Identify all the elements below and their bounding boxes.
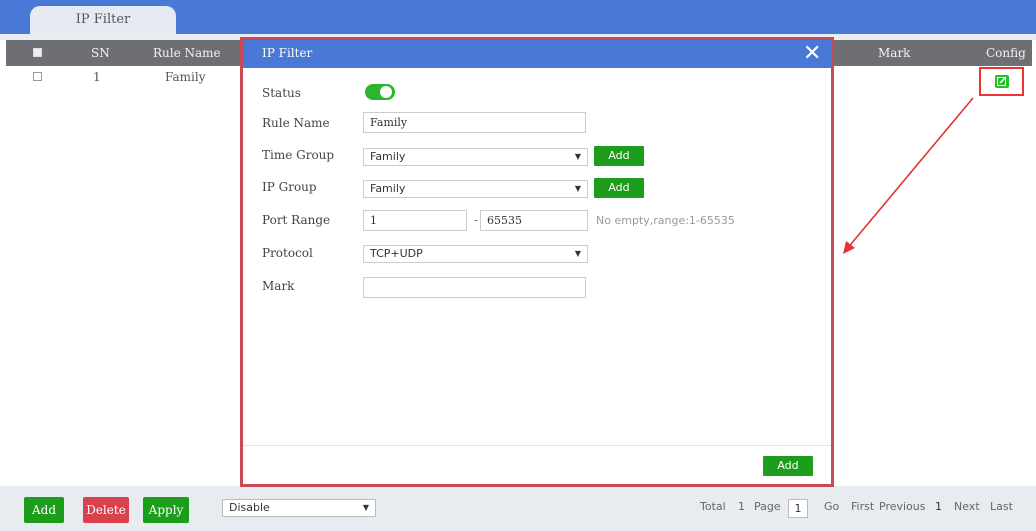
port-to-input[interactable]: 65535 (480, 210, 588, 231)
pager-total-value: 1 (738, 500, 745, 513)
dialog-title: IP Filter (262, 46, 313, 60)
action-select-value: Disable (229, 501, 270, 514)
port-range-label: Port Range (262, 213, 331, 227)
port-range-hint: No empty,range:1-65535 (596, 214, 735, 227)
add-ip-group-button[interactable]: Add (594, 178, 644, 198)
ip-group-value: Family (370, 182, 406, 195)
chevron-down-icon: ▼ (362, 503, 369, 512)
ip-group-label: IP Group (262, 180, 317, 194)
add-time-group-button[interactable]: Add (594, 146, 644, 166)
chevron-down-icon: ▼ (574, 249, 581, 258)
time-group-select[interactable]: Family ▼ (363, 148, 588, 166)
status-label: Status (262, 86, 301, 100)
dialog-add-button[interactable]: Add (763, 456, 813, 476)
action-select[interactable]: Disable ▼ (222, 499, 376, 517)
pager-page-label: Page (754, 500, 781, 513)
protocol-label: Protocol (262, 246, 313, 260)
pager-next-link[interactable]: Next (954, 500, 980, 513)
toggle-knob (380, 86, 392, 98)
dialog-body: Status Rule Name Family Time Group Famil… (243, 68, 831, 484)
chevron-down-icon: ▼ (574, 184, 581, 193)
ip-group-select[interactable]: Family ▼ (363, 180, 588, 198)
dialog-footer-divider (243, 445, 831, 446)
apply-button[interactable]: Apply (143, 497, 189, 523)
time-group-value: Family (370, 150, 406, 163)
page-number-input[interactable]: 1 (788, 499, 808, 518)
add-button[interactable]: Add (24, 497, 64, 523)
dialog-header: IP Filter ✕ (243, 40, 831, 68)
pager-previous-link[interactable]: Previous (879, 500, 926, 513)
mark-label: Mark (262, 279, 295, 293)
delete-button[interactable]: Delete (83, 497, 129, 523)
pager-total-label: Total (700, 500, 726, 513)
pager-current-page: 1 (935, 500, 942, 513)
port-from-input[interactable]: 1 (363, 210, 467, 231)
pager-last-link[interactable]: Last (990, 500, 1013, 513)
protocol-value: TCP+UDP (370, 247, 423, 260)
pager-first-link[interactable]: First (851, 500, 874, 513)
ip-filter-dialog: IP Filter ✕ Status Rule Name Family Time… (240, 37, 834, 487)
rule-name-label: Rule Name (262, 116, 330, 130)
mark-input[interactable] (363, 277, 586, 298)
chevron-down-icon: ▼ (574, 152, 581, 161)
port-range-separator: - (474, 213, 479, 227)
protocol-select[interactable]: TCP+UDP ▼ (363, 245, 588, 263)
pager-go-button[interactable]: Go (824, 500, 839, 513)
time-group-label: Time Group (262, 148, 335, 162)
close-icon[interactable]: ✕ (803, 42, 821, 66)
status-toggle[interactable] (365, 84, 395, 100)
rule-name-input[interactable]: Family (363, 112, 586, 133)
